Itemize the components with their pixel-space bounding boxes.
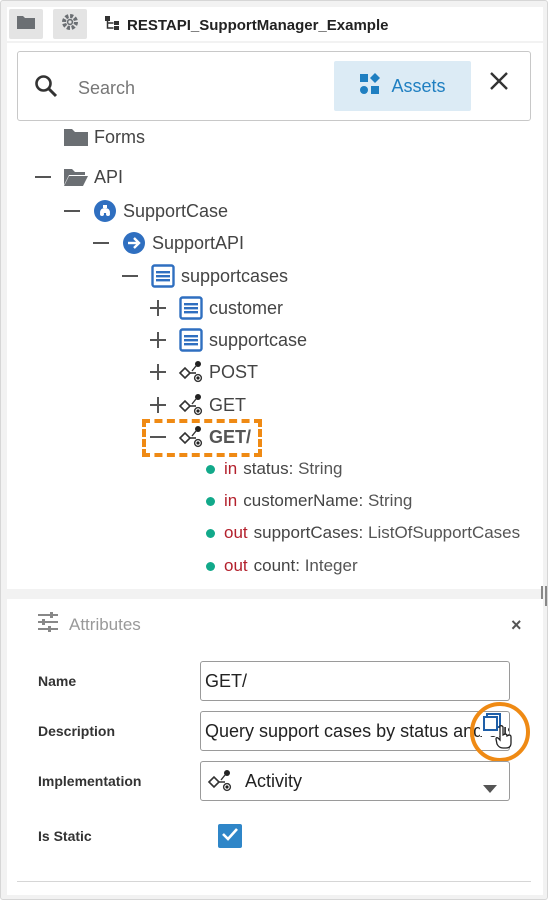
cursor-hand-icon [495, 725, 513, 754]
settings-button[interactable] [53, 9, 87, 39]
resource-icon [178, 296, 204, 320]
tree-node-customer[interactable]: customer [150, 296, 283, 320]
resource-icon [178, 328, 204, 352]
project-title: RESTAPI_SupportManager_Example [105, 16, 388, 34]
assets-icon [359, 72, 381, 100]
param-type: Integer [304, 556, 358, 575]
tree-node-label: SupportAPI [152, 232, 245, 253]
param-direction: out [224, 523, 248, 542]
selection-highlight [142, 419, 262, 457]
folder-icon [63, 125, 89, 149]
assets-filter-button[interactable]: Assets [334, 61, 471, 111]
param-direction: in [224, 491, 238, 510]
param-dot-icon [206, 496, 215, 506]
is-static-checkbox[interactable] [218, 824, 242, 848]
close-attributes-icon[interactable]: × [511, 615, 522, 636]
tree-node-supportcases[interactable]: supportcases [122, 264, 288, 288]
resource-icon [150, 264, 176, 288]
search-icon[interactable] [34, 74, 58, 103]
param-type: String [367, 491, 413, 510]
tree-node-supportcase[interactable]: supportcase [150, 328, 307, 352]
folder-open-icon [63, 165, 89, 189]
tree-node-label: SupportCase [123, 200, 229, 221]
param-type: ListOfSupportCases [368, 523, 521, 542]
implementation-select[interactable]: Activity [200, 761, 510, 801]
project-title-text: RESTAPI_SupportManager_Example [127, 16, 389, 34]
param-row[interactable]: in customerName: String [206, 489, 412, 513]
asset-tree-panel: Search Assets Forms API SupportCase Supp… [7, 43, 543, 589]
service-icon [92, 199, 118, 223]
expand-icon[interactable] [150, 300, 166, 316]
app-frame: RESTAPI_SupportManager_Example Search As… [0, 0, 548, 900]
chevron-down-icon[interactable] [483, 777, 497, 798]
gear-icon [61, 13, 79, 36]
assets-label: Assets [391, 75, 446, 96]
attributes-header: Attributes [37, 612, 141, 637]
expand-icon[interactable] [150, 397, 166, 413]
expand-icon[interactable] [150, 332, 166, 348]
operation-icon [207, 769, 233, 793]
description-label: Description [38, 723, 116, 739]
param-direction: in [224, 459, 238, 478]
description-field[interactable]: Query support cases by status and custom… [200, 711, 510, 751]
name-label: Name [38, 673, 77, 689]
collapse-icon[interactable] [35, 169, 51, 185]
param-name: supportCases: [253, 523, 364, 542]
collapse-icon[interactable] [93, 235, 109, 251]
is-static-label: Is Static [38, 828, 92, 844]
expand-icon[interactable] [150, 364, 166, 380]
tree-node-label: customer [209, 297, 284, 318]
search-bar: Search Assets [17, 51, 531, 121]
close-search-icon[interactable] [488, 70, 510, 97]
api-icon [121, 231, 147, 255]
tree-node-label: supportcases [181, 265, 289, 286]
sliders-icon [37, 612, 59, 637]
tree-node-forms[interactable]: Forms [63, 125, 145, 149]
top-toolbar: RESTAPI_SupportManager_Example [7, 7, 543, 41]
tree-node-api[interactable]: API [35, 165, 123, 189]
collapse-icon[interactable] [64, 203, 80, 219]
tree-node-supportcase-service[interactable]: SupportCase [64, 199, 228, 223]
implementation-label: Implementation [38, 773, 142, 789]
tree-node-label: API [94, 166, 124, 187]
attributes-title: Attributes [69, 614, 141, 634]
param-dot-icon [206, 464, 215, 474]
name-field[interactable]: GET/ [200, 661, 510, 701]
tree-node-label: POST [209, 361, 259, 382]
tree-node-label: supportcase [209, 329, 308, 350]
collapse-icon[interactable] [122, 268, 138, 284]
param-dot-icon [206, 528, 215, 538]
implementation-value: Activity [245, 770, 303, 791]
param-row[interactable]: out count: Integer [206, 554, 358, 578]
param-name: status: [243, 459, 294, 478]
operation-icon [178, 360, 204, 384]
search-input[interactable]: Search [78, 78, 135, 99]
folder-icon [16, 14, 36, 35]
operation-icon [178, 393, 204, 417]
param-row[interactable]: out supportCases: ListOfSupportCases [206, 521, 520, 545]
tree-node-post[interactable]: POST [150, 360, 258, 384]
param-row[interactable]: in status: String [206, 457, 342, 481]
tree-node-label: GET [209, 394, 247, 415]
folder-button[interactable] [9, 9, 43, 39]
checkmark-icon [222, 827, 238, 846]
param-name: count: [253, 556, 300, 575]
param-name: customerName: [243, 491, 364, 510]
project-tree-icon [105, 16, 121, 34]
tree-node-supportapi[interactable]: SupportAPI [93, 231, 244, 255]
divider [17, 881, 531, 882]
param-type: String [298, 459, 343, 478]
param-direction: out [224, 556, 248, 575]
param-dot-icon [206, 561, 215, 571]
attributes-panel: Attributes × Name GET/ Description Query… [7, 599, 543, 895]
tree-node-label: Forms [94, 126, 145, 147]
tree-node-get[interactable]: GET [150, 393, 246, 417]
